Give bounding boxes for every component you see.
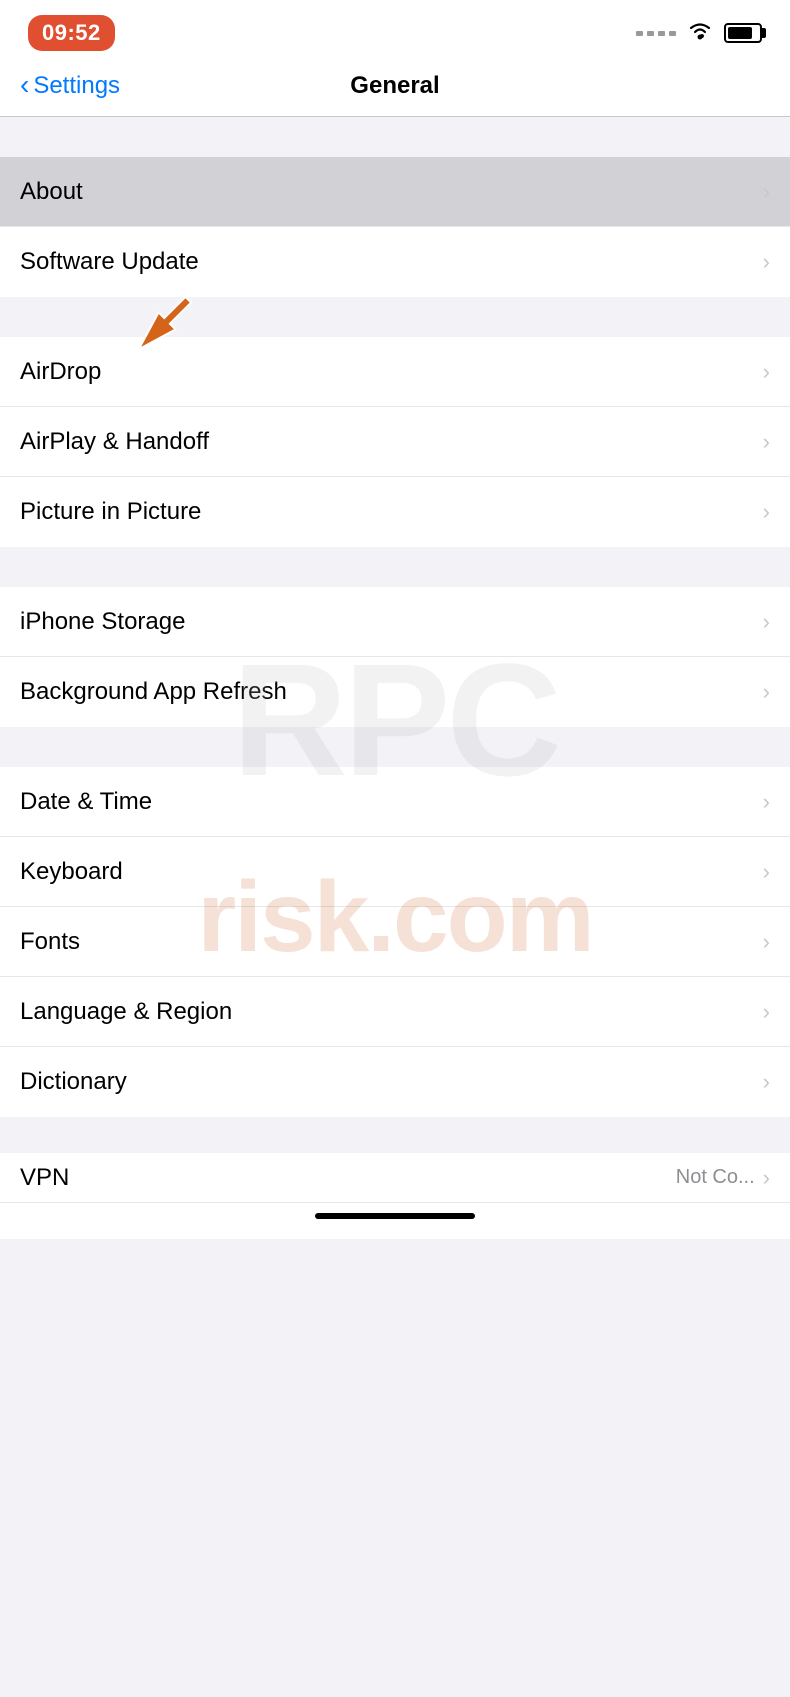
settings-item-keyboard[interactable]: Keyboard › [0,837,790,907]
section-separator-5 [0,1117,790,1153]
nav-bar: ‹ Settings General [0,60,790,117]
back-label: Settings [33,72,120,100]
settings-item-picture-in-picture[interactable]: Picture in Picture › [0,477,790,547]
settings-item-fonts[interactable]: Fonts › [0,907,790,977]
chevron-right-fonts-icon: › [763,929,770,955]
settings-item-label-software-update: Software Update [20,248,199,276]
chevron-right-dictionary-icon: › [763,1069,770,1095]
settings-item-date-time[interactable]: Date & Time › [0,767,790,837]
settings-item-label-date-time: Date & Time [20,788,152,816]
settings-item-airplay-handoff[interactable]: AirPlay & Handoff › [0,407,790,477]
chevron-right-keyboard-icon: › [763,859,770,885]
chevron-right-vpn-icon: › [763,1165,770,1191]
settings-group-3: iPhone Storage › Background App Refresh … [0,587,790,727]
chevron-right-about-icon: › [763,179,770,205]
chevron-right-iphone-storage-icon: › [763,609,770,635]
settings-item-airdrop[interactable]: AirDrop › [0,337,790,407]
dot1 [636,31,643,36]
section-separator-1 [0,117,790,157]
settings-item-label-airplay-handoff: AirPlay & Handoff [20,428,209,456]
back-button[interactable]: ‹ Settings [20,72,120,100]
status-bar: 09:52 [0,0,790,60]
chevron-right-date-time-icon: › [763,789,770,815]
page-title: General [350,72,439,100]
settings-item-label-background-app-refresh: Background App Refresh [20,678,287,706]
dot3 [658,31,665,36]
home-indicator [315,1213,475,1219]
settings-item-label-airdrop: AirDrop [20,358,101,386]
chevron-right-background-app-refresh-icon: › [763,679,770,705]
chevron-right-language-region-icon: › [763,999,770,1025]
vpn-right: Not Co... › [676,1165,770,1191]
settings-item-about[interactable]: About › [0,157,790,227]
vpn-value: Not Co... [676,1166,755,1189]
settings-item-background-app-refresh[interactable]: Background App Refresh › [0,657,790,727]
settings-item-label-picture-in-picture: Picture in Picture [20,498,201,526]
settings-item-label-vpn: VPN [20,1164,69,1192]
settings-item-language-region[interactable]: Language & Region › [0,977,790,1047]
chevron-right-airdrop-icon: › [763,359,770,385]
section-separator-4 [0,727,790,767]
settings-group-4: Date & Time › Keyboard › Fonts › Languag… [0,767,790,1117]
settings-item-vpn[interactable]: VPN Not Co... › [0,1153,790,1203]
back-chevron-icon: ‹ [20,71,29,99]
settings-item-iphone-storage[interactable]: iPhone Storage › [0,587,790,657]
section-separator-2 [0,297,790,337]
settings-item-label-language-region: Language & Region [20,998,232,1026]
dot4 [669,31,676,36]
dot2 [647,31,654,36]
phone-frame: 09:52 ‹ Settin [0,0,790,1697]
settings-group-1: About › Software Update › [0,157,790,297]
signal-dots-icon [636,31,676,36]
settings-group-2: AirDrop › AirPlay & Handoff › Picture in… [0,337,790,547]
settings-item-label-keyboard: Keyboard [20,858,123,886]
settings-item-label-dictionary: Dictionary [20,1068,127,1096]
settings-item-label-iphone-storage: iPhone Storage [20,608,185,636]
settings-item-dictionary[interactable]: Dictionary › [0,1047,790,1117]
settings-item-label-about: About [20,178,83,206]
battery-icon [724,23,762,43]
settings-item-software-update[interactable]: Software Update › [0,227,790,297]
home-indicator-area [0,1203,790,1239]
chevron-right-airplay-handoff-icon: › [763,429,770,455]
chevron-right-picture-in-picture-icon: › [763,499,770,525]
status-icons [636,20,762,46]
section-separator-3 [0,547,790,587]
settings-item-label-fonts: Fonts [20,928,80,956]
status-time: 09:52 [28,15,115,51]
battery-fill [728,27,752,39]
chevron-right-software-update-icon: › [763,249,770,275]
wifi-icon [686,20,714,46]
